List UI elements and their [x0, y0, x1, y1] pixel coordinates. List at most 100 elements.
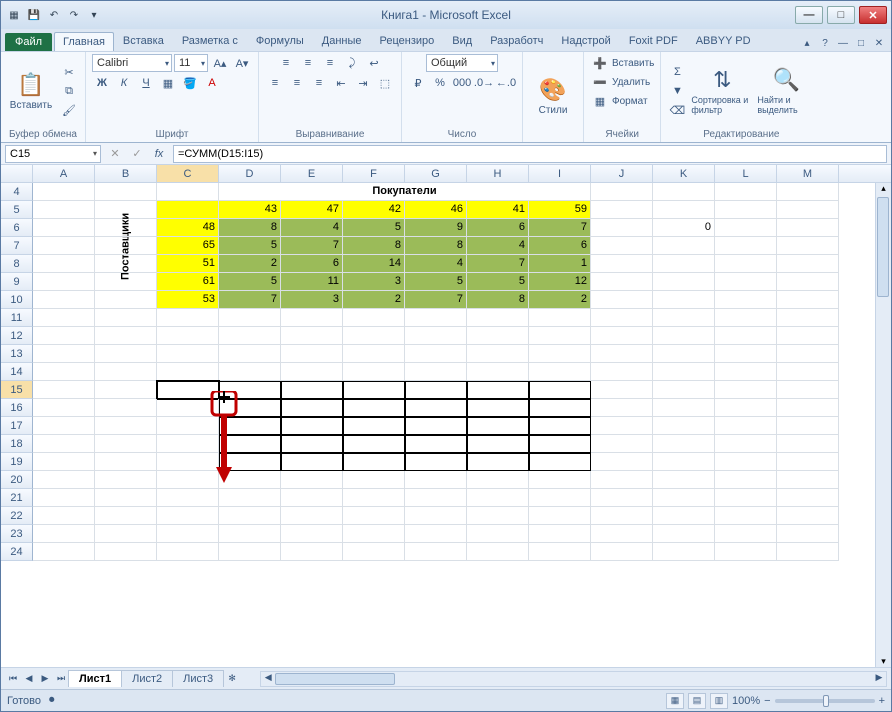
cell[interactable] — [33, 543, 95, 561]
cell[interactable] — [219, 525, 281, 543]
cell[interactable] — [653, 363, 715, 381]
cell[interactable] — [157, 543, 219, 561]
cell[interactable] — [95, 489, 157, 507]
cell[interactable] — [715, 183, 777, 201]
cell[interactable] — [343, 543, 405, 561]
align-center[interactable]: ≡ — [287, 74, 307, 92]
cell[interactable] — [33, 183, 95, 201]
row-5[interactable]: 5 — [1, 201, 33, 219]
cell[interactable] — [405, 417, 467, 435]
minimize-button[interactable]: — — [795, 6, 823, 24]
cell[interactable] — [219, 327, 281, 345]
cell[interactable] — [33, 201, 95, 219]
cell[interactable]: 7 — [405, 291, 467, 309]
paste-button[interactable]: 📋 Вставить — [7, 59, 55, 123]
cell[interactable] — [33, 453, 95, 471]
cell[interactable] — [591, 273, 653, 291]
col-D[interactable]: D — [219, 165, 281, 182]
cell[interactable] — [95, 435, 157, 453]
cell[interactable] — [653, 543, 715, 561]
cell[interactable] — [467, 525, 529, 543]
tab-view[interactable]: Вид — [443, 31, 481, 51]
cell[interactable] — [405, 489, 467, 507]
cell[interactable] — [591, 489, 653, 507]
copy-button[interactable]: ⧉ — [59, 82, 79, 100]
cell[interactable] — [653, 327, 715, 345]
zoom-out[interactable]: − — [764, 695, 770, 707]
undo-button[interactable]: ↶ — [45, 6, 63, 24]
tab-abbyy[interactable]: ABBYY PD — [687, 31, 760, 51]
cell[interactable] — [715, 309, 777, 327]
sheet-tab-2[interactable]: Лист2 — [121, 670, 173, 687]
cell[interactable] — [591, 255, 653, 273]
cell[interactable] — [777, 219, 839, 237]
cell[interactable]: 42 — [343, 201, 405, 219]
cut-button[interactable]: ✂ — [59, 63, 79, 81]
cell[interactable] — [343, 489, 405, 507]
cell[interactable] — [777, 273, 839, 291]
cell[interactable] — [343, 363, 405, 381]
cell[interactable]: 51 — [157, 255, 219, 273]
fill-color-button[interactable]: 🪣 — [180, 74, 200, 92]
cell[interactable] — [529, 489, 591, 507]
col-L[interactable]: L — [715, 165, 777, 182]
col-E[interactable]: E — [281, 165, 343, 182]
cell[interactable] — [281, 381, 343, 399]
cell[interactable] — [591, 309, 653, 327]
cell[interactable]: 53 — [157, 291, 219, 309]
cell[interactable] — [591, 363, 653, 381]
cell[interactable] — [591, 471, 653, 489]
cell[interactable] — [715, 237, 777, 255]
cell[interactable] — [715, 435, 777, 453]
cell[interactable] — [95, 237, 157, 255]
cell[interactable]: 46 — [405, 201, 467, 219]
cell[interactable] — [467, 363, 529, 381]
cell[interactable]: 12 — [529, 273, 591, 291]
cell[interactable] — [467, 327, 529, 345]
cell[interactable] — [33, 507, 95, 525]
cell[interactable] — [715, 363, 777, 381]
cell[interactable] — [529, 507, 591, 525]
row-23[interactable]: 23 — [1, 525, 33, 543]
cell[interactable] — [777, 435, 839, 453]
cell[interactable] — [343, 507, 405, 525]
cell[interactable] — [95, 543, 157, 561]
cell[interactable]: 2 — [219, 255, 281, 273]
row-9[interactable]: 9 — [1, 273, 33, 291]
cell[interactable] — [467, 453, 529, 471]
cell[interactable]: 1 — [529, 255, 591, 273]
cell[interactable] — [157, 471, 219, 489]
cell[interactable] — [591, 183, 653, 201]
cell[interactable] — [95, 345, 157, 363]
cell[interactable] — [157, 525, 219, 543]
cell[interactable] — [95, 417, 157, 435]
cell[interactable]: 9 — [405, 219, 467, 237]
font-size-combo[interactable]: 11 — [174, 54, 208, 72]
cell[interactable] — [405, 453, 467, 471]
cell[interactable] — [529, 327, 591, 345]
cell[interactable]: 8 — [405, 237, 467, 255]
cell[interactable] — [343, 525, 405, 543]
sheet-tab-3[interactable]: Лист3 — [172, 670, 224, 687]
cell[interactable] — [33, 525, 95, 543]
fill-button[interactable]: ▼ — [667, 82, 687, 100]
cell[interactable] — [467, 309, 529, 327]
cell[interactable] — [777, 345, 839, 363]
cell[interactable] — [405, 471, 467, 489]
cell[interactable] — [467, 399, 529, 417]
cell[interactable] — [653, 525, 715, 543]
cell[interactable]: 7 — [529, 219, 591, 237]
cell[interactable] — [777, 363, 839, 381]
cell[interactable] — [157, 363, 219, 381]
cell[interactable]: 3 — [281, 291, 343, 309]
row-7[interactable]: 7 — [1, 237, 33, 255]
cell[interactable] — [219, 309, 281, 327]
row-11[interactable]: 11 — [1, 309, 33, 327]
cell[interactable] — [343, 309, 405, 327]
cell[interactable] — [529, 435, 591, 453]
cell[interactable] — [95, 399, 157, 417]
cell[interactable] — [529, 381, 591, 399]
cell[interactable] — [281, 453, 343, 471]
row-15[interactable]: 15 — [1, 381, 33, 399]
row-4[interactable]: 4 — [1, 183, 33, 201]
